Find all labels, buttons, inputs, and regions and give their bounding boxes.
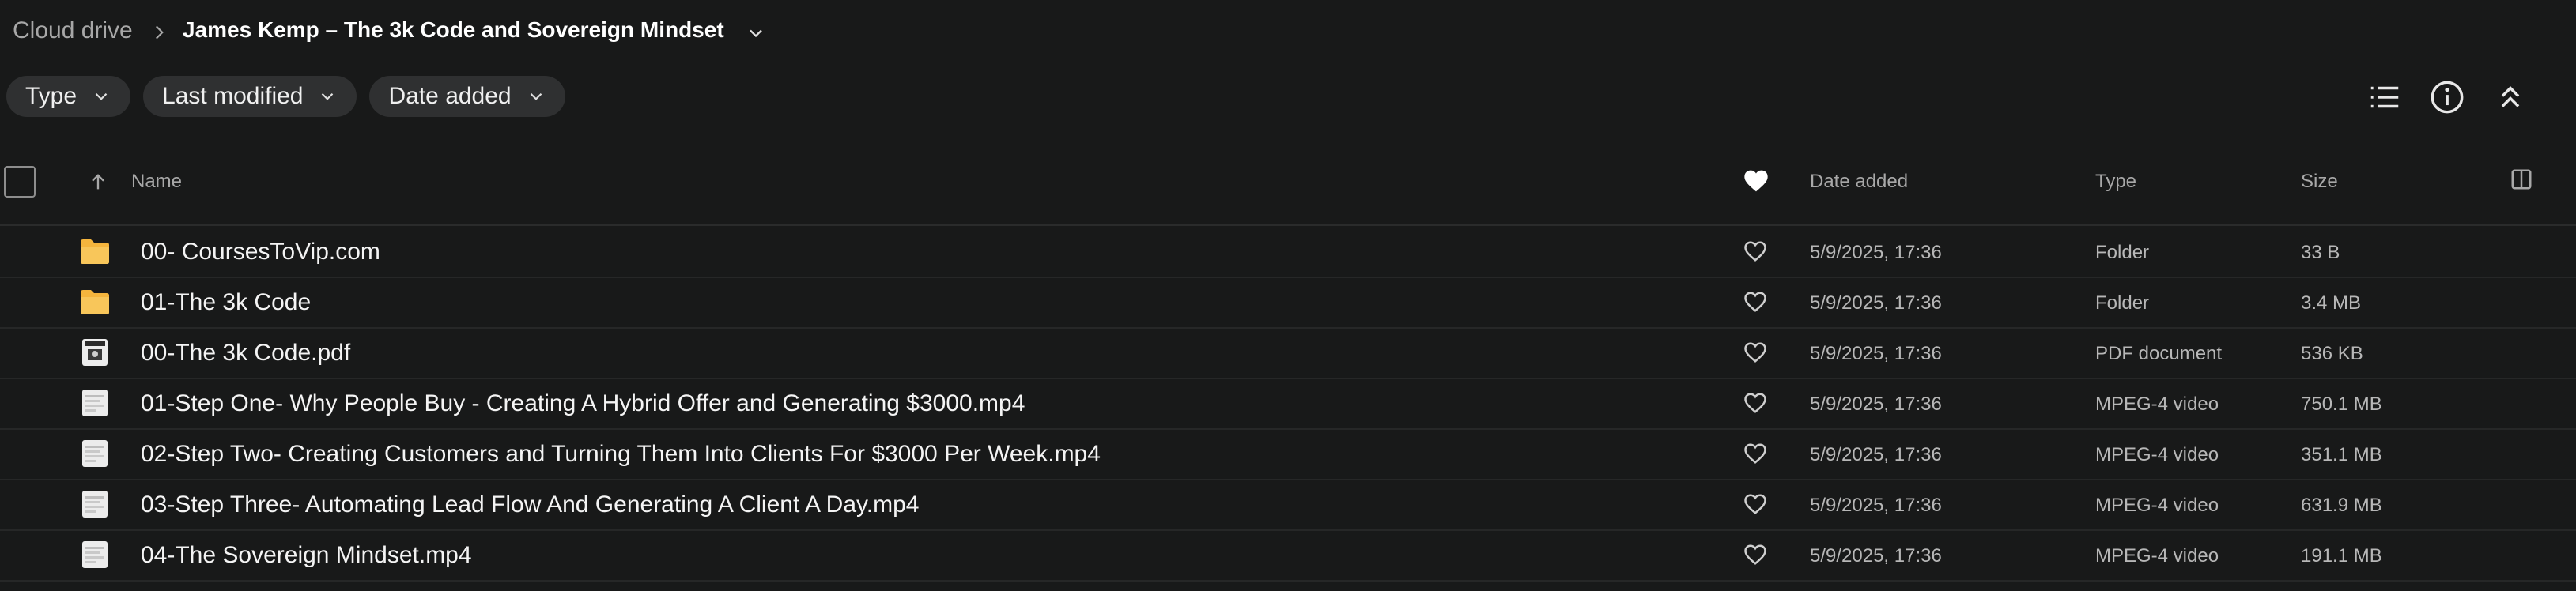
video-file-icon — [82, 440, 108, 467]
file-row[interactable]: 01-The 3k Code 5/9/2025, 17:36 Folder 3.4 M… — [0, 277, 2576, 329]
file-size: 750.1 MB — [2301, 393, 2382, 415]
heart-outline-icon[interactable] — [1743, 493, 1767, 515]
file-type: MPEG-4 video — [2095, 545, 2219, 567]
chevron-right-icon — [155, 25, 164, 40]
file-type: PDF document — [2095, 343, 2223, 364]
filter-last-modified-button[interactable]: Last modified — [143, 76, 357, 117]
file-row[interactable]: 04-The Sovereign Mindset.mp4 5/9/2025, 17… — [0, 529, 2576, 582]
file-size: 3.4 MB — [2301, 292, 2362, 314]
video-file-icon — [82, 541, 108, 568]
file-name[interactable]: 04-The Sovereign Mindset.mp4 — [141, 542, 472, 569]
file-size: 536 KB — [2301, 343, 2363, 364]
file-type: Folder — [2095, 292, 2150, 314]
list-view-icon[interactable] — [2366, 79, 2403, 115]
filter-type-label: Type — [25, 83, 77, 109]
chevron-down-icon[interactable] — [745, 22, 767, 44]
chevron-down-icon — [322, 92, 334, 100]
chevron-down-icon — [530, 92, 542, 100]
collapse-up-icon[interactable] — [2492, 79, 2529, 115]
file-name[interactable]: 03-Step Three- Automating Lead Flow And … — [141, 491, 920, 518]
file-date-added: 5/9/2025, 17:36 — [1810, 495, 1942, 516]
breadcrumb-root-link[interactable]: Cloud drive — [13, 17, 133, 44]
file-date-added: 5/9/2025, 17:36 — [1810, 393, 1942, 415]
file-type: Folder — [2095, 242, 2150, 263]
pdf-file-icon — [82, 339, 108, 366]
heart-filled-icon[interactable] — [1743, 169, 1769, 193]
heart-outline-icon[interactable] — [1743, 442, 1767, 465]
file-size: 351.1 MB — [2301, 444, 2382, 465]
file-name[interactable]: 01-Step One- Why People Buy - Creating A… — [141, 390, 1025, 417]
video-file-icon — [82, 390, 108, 416]
filter-date-added-label: Date added — [388, 83, 512, 109]
heart-outline-icon[interactable] — [1743, 341, 1767, 363]
file-type: MPEG-4 video — [2095, 393, 2219, 415]
sort-arrow-up-icon[interactable] — [87, 171, 109, 193]
column-header-date-added[interactable]: Date added — [1810, 171, 1908, 193]
columns-settings-icon[interactable] — [2510, 168, 2533, 191]
column-header-size[interactable]: Size — [2301, 171, 2338, 193]
file-name[interactable]: 00- CoursesToVip.com — [141, 239, 380, 265]
heart-outline-icon[interactable] — [1743, 291, 1767, 313]
select-all-checkbox[interactable] — [4, 166, 36, 198]
file-size: 631.9 MB — [2301, 495, 2382, 516]
file-date-added: 5/9/2025, 17:36 — [1810, 545, 1942, 567]
heart-outline-icon[interactable] — [1743, 544, 1767, 566]
info-icon[interactable] — [2429, 79, 2465, 115]
column-header-name[interactable]: Name — [131, 171, 182, 193]
filter-bar: Type Last modified Date added — [6, 76, 565, 119]
file-row[interactable]: 03-Step Three- Automating Lead Flow And … — [0, 479, 2576, 531]
breadcrumb: Cloud drive James Kemp – The 3k Code and… — [0, 0, 2576, 68]
filter-date-added-button[interactable]: Date added — [369, 76, 565, 117]
file-row[interactable]: 01-Step One- Why People Buy - Creating A… — [0, 378, 2576, 430]
file-date-added: 5/9/2025, 17:36 — [1810, 292, 1942, 314]
file-name[interactable]: 00-The 3k Code.pdf — [141, 340, 350, 367]
breadcrumb-current-folder[interactable]: James Kemp – The 3k Code and Sovereign M… — [183, 17, 724, 43]
folder-icon — [81, 239, 109, 264]
file-date-added: 5/9/2025, 17:36 — [1810, 444, 1942, 465]
file-row[interactable]: 02-Step Two- Creating Customers and Turn… — [0, 428, 2576, 480]
file-size: 191.1 MB — [2301, 545, 2382, 567]
table-header — [0, 155, 2576, 226]
file-type: MPEG-4 video — [2095, 444, 2219, 465]
filter-type-button[interactable]: Type — [6, 76, 131, 117]
folder-icon — [81, 290, 109, 314]
file-row[interactable]: 00- CoursesToVip.com 5/9/2025, 17:36 Folde… — [0, 226, 2576, 278]
column-header-type[interactable]: Type — [2095, 171, 2136, 193]
file-date-added: 5/9/2025, 17:36 — [1810, 343, 1942, 364]
chevron-down-icon — [95, 92, 108, 100]
heart-outline-icon[interactable] — [1743, 240, 1767, 262]
file-row[interactable]: 00-The 3k Code.pdf 5/9/2025, 17:36 PDF doc… — [0, 327, 2576, 379]
file-name[interactable]: 01-The 3k Code — [141, 289, 311, 316]
file-size: 33 B — [2301, 242, 2340, 263]
filter-last-modified-label: Last modified — [162, 83, 304, 109]
video-file-icon — [82, 491, 108, 518]
file-date-added: 5/9/2025, 17:36 — [1810, 242, 1942, 263]
heart-outline-icon[interactable] — [1743, 392, 1767, 414]
file-type: MPEG-4 video — [2095, 495, 2219, 516]
file-name[interactable]: 02-Step Two- Creating Customers and Turn… — [141, 441, 1101, 468]
